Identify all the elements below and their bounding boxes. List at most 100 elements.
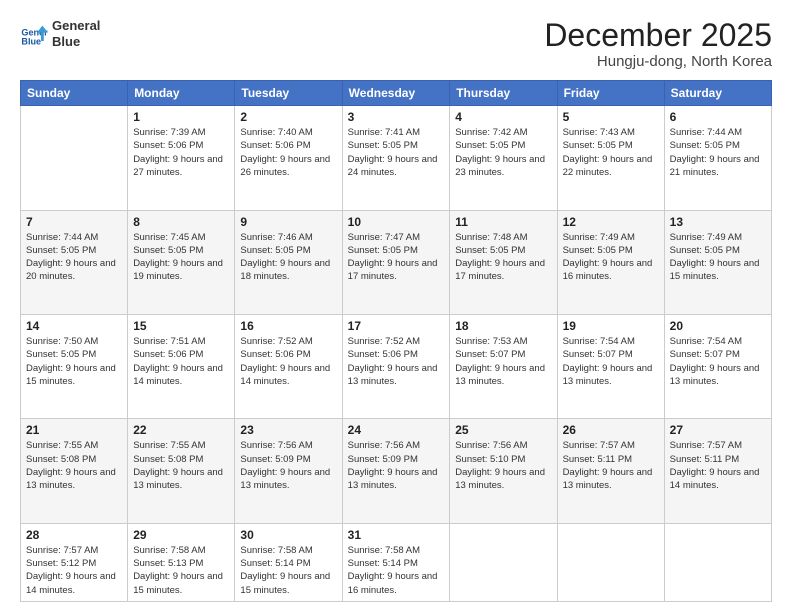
calendar-cell: 29 Sunrise: 7:58 AMSunset: 5:13 PMDayligh… — [128, 523, 235, 601]
calendar-cell — [664, 523, 771, 601]
calendar-body: 1 Sunrise: 7:39 AMSunset: 5:06 PMDaylight… — [21, 106, 772, 602]
calendar-week-row: 14 Sunrise: 7:50 AMSunset: 5:05 PMDayligh… — [21, 315, 772, 419]
calendar-week-row: 7Sunrise: 7:44 AMSunset: 5:05 PMDaylight… — [21, 210, 772, 314]
day-info: Sunrise: 7:57 AMSunset: 5:11 PMDaylight:… — [563, 439, 659, 492]
calendar-cell: 17 Sunrise: 7:52 AMSunset: 5:06 PMDayligh… — [342, 315, 450, 419]
day-number: 8 — [133, 215, 229, 229]
day-number: 23 — [240, 423, 336, 437]
calendar-cell: 14 Sunrise: 7:50 AMSunset: 5:05 PMDayligh… — [21, 315, 128, 419]
day-info: Sunrise: 7:56 AMSunset: 5:09 PMDaylight:… — [348, 439, 445, 492]
calendar-cell: 5Sunrise: 7:43 AMSunset: 5:05 PMDaylight… — [557, 106, 664, 210]
calendar-cell: 20Sunrise: 7:54 AMSunset: 5:07 PMDayligh… — [664, 315, 771, 419]
calendar-cell: 25 Sunrise: 7:56 AMSunset: 5:10 PMDayligh… — [450, 419, 557, 523]
calendar-cell: 27Sunrise: 7:57 AMSunset: 5:11 PMDayligh… — [664, 419, 771, 523]
calendar-cell: 4 Sunrise: 7:42 AMSunset: 5:05 PMDaylight… — [450, 106, 557, 210]
logo-text: General Blue — [52, 18, 100, 49]
day-info: Sunrise: 7:44 AMSunset: 5:05 PMDaylight:… — [670, 126, 766, 179]
day-info: Sunrise: 7:57 AMSunset: 5:11 PMDaylight:… — [670, 439, 766, 492]
title-block: December 2025 Hungju-dong, North Korea — [544, 18, 772, 70]
day-number: 10 — [348, 215, 445, 229]
calendar-cell: 3Sunrise: 7:41 AMSunset: 5:05 PMDaylight… — [342, 106, 450, 210]
day-number: 24 — [348, 423, 445, 437]
weekday-header-cell: Thursday — [450, 81, 557, 106]
day-info: Sunrise: 7:50 AMSunset: 5:05 PMDaylight:… — [26, 335, 122, 388]
calendar-table: SundayMondayTuesdayWednesdayThursdayFrid… — [20, 80, 772, 602]
calendar-cell: 13Sunrise: 7:49 AMSunset: 5:05 PMDayligh… — [664, 210, 771, 314]
day-number: 12 — [563, 215, 659, 229]
calendar-cell: 26Sunrise: 7:57 AMSunset: 5:11 PMDayligh… — [557, 419, 664, 523]
weekday-header-cell: Saturday — [664, 81, 771, 106]
day-number: 21 — [26, 423, 122, 437]
calendar-cell: 11 Sunrise: 7:48 AMSunset: 5:05 PMDayligh… — [450, 210, 557, 314]
day-number: 25 — [455, 423, 551, 437]
day-info: Sunrise: 7:48 AMSunset: 5:05 PMDaylight:… — [455, 231, 551, 284]
day-number: 29 — [133, 528, 229, 542]
day-info: Sunrise: 7:40 AMSunset: 5:06 PMDaylight:… — [240, 126, 336, 179]
calendar-cell: 16 Sunrise: 7:52 AMSunset: 5:06 PMDayligh… — [235, 315, 342, 419]
calendar-cell — [450, 523, 557, 601]
day-info: Sunrise: 7:54 AMSunset: 5:07 PMDaylight:… — [563, 335, 659, 388]
day-info: Sunrise: 7:46 AMSunset: 5:05 PMDaylight:… — [240, 231, 336, 284]
day-number: 13 — [670, 215, 766, 229]
day-number: 18 — [455, 319, 551, 333]
day-info: Sunrise: 7:52 AMSunset: 5:06 PMDaylight:… — [348, 335, 445, 388]
calendar-cell: 9 Sunrise: 7:46 AMSunset: 5:05 PMDaylight… — [235, 210, 342, 314]
calendar-week-row: 1 Sunrise: 7:39 AMSunset: 5:06 PMDaylight… — [21, 106, 772, 210]
day-number: 2 — [240, 110, 336, 124]
calendar-cell — [21, 106, 128, 210]
day-number: 6 — [670, 110, 766, 124]
day-info: Sunrise: 7:53 AMSunset: 5:07 PMDaylight:… — [455, 335, 551, 388]
day-number: 16 — [240, 319, 336, 333]
day-info: Sunrise: 7:44 AMSunset: 5:05 PMDaylight:… — [26, 231, 122, 284]
day-number: 15 — [133, 319, 229, 333]
day-number: 9 — [240, 215, 336, 229]
calendar-week-row: 21 Sunrise: 7:55 AMSunset: 5:08 PMDayligh… — [21, 419, 772, 523]
day-info: Sunrise: 7:42 AMSunset: 5:05 PMDaylight:… — [455, 126, 551, 179]
day-info: Sunrise: 7:52 AMSunset: 5:06 PMDaylight:… — [240, 335, 336, 388]
day-number: 22 — [133, 423, 229, 437]
weekday-header-row: SundayMondayTuesdayWednesdayThursdayFrid… — [21, 81, 772, 106]
day-number: 4 — [455, 110, 551, 124]
location-title: Hungju-dong, North Korea — [544, 53, 772, 70]
logo-line1: General — [52, 18, 100, 33]
weekday-header-cell: Wednesday — [342, 81, 450, 106]
calendar-cell: 31 Sunrise: 7:58 AMSunset: 5:14 PMDayligh… — [342, 523, 450, 601]
header: General Blue General Blue December 2025 … — [20, 18, 772, 70]
day-number: 14 — [26, 319, 122, 333]
day-info: Sunrise: 7:58 AMSunset: 5:13 PMDaylight:… — [133, 544, 229, 597]
day-info: Sunrise: 7:55 AMSunset: 5:08 PMDaylight:… — [26, 439, 122, 492]
day-info: Sunrise: 7:58 AMSunset: 5:14 PMDaylight:… — [240, 544, 336, 597]
calendar-cell: 23 Sunrise: 7:56 AMSunset: 5:09 PMDayligh… — [235, 419, 342, 523]
page: General Blue General Blue December 2025 … — [0, 0, 792, 612]
weekday-header-cell: Monday — [128, 81, 235, 106]
calendar-cell: 21 Sunrise: 7:55 AMSunset: 5:08 PMDayligh… — [21, 419, 128, 523]
calendar-cell: 24 Sunrise: 7:56 AMSunset: 5:09 PMDayligh… — [342, 419, 450, 523]
calendar-cell: 18 Sunrise: 7:53 AMSunset: 5:07 PMDayligh… — [450, 315, 557, 419]
day-info: Sunrise: 7:39 AMSunset: 5:06 PMDaylight:… — [133, 126, 229, 179]
logo-line2: Blue — [52, 34, 80, 49]
calendar-cell: 8 Sunrise: 7:45 AMSunset: 5:05 PMDaylight… — [128, 210, 235, 314]
day-info: Sunrise: 7:58 AMSunset: 5:14 PMDaylight:… — [348, 544, 445, 597]
month-title: December 2025 — [544, 18, 772, 53]
day-info: Sunrise: 7:54 AMSunset: 5:07 PMDaylight:… — [670, 335, 766, 388]
day-info: Sunrise: 7:56 AMSunset: 5:10 PMDaylight:… — [455, 439, 551, 492]
day-number: 28 — [26, 528, 122, 542]
day-number: 17 — [348, 319, 445, 333]
day-info: Sunrise: 7:45 AMSunset: 5:05 PMDaylight:… — [133, 231, 229, 284]
calendar-cell: 1 Sunrise: 7:39 AMSunset: 5:06 PMDaylight… — [128, 106, 235, 210]
day-info: Sunrise: 7:47 AMSunset: 5:05 PMDaylight:… — [348, 231, 445, 284]
day-info: Sunrise: 7:57 AMSunset: 5:12 PMDaylight:… — [26, 544, 122, 597]
day-info: Sunrise: 7:56 AMSunset: 5:09 PMDaylight:… — [240, 439, 336, 492]
day-number: 30 — [240, 528, 336, 542]
day-info: Sunrise: 7:49 AMSunset: 5:05 PMDaylight:… — [563, 231, 659, 284]
day-number: 1 — [133, 110, 229, 124]
logo-icon: General Blue — [20, 20, 48, 48]
weekday-header-cell: Sunday — [21, 81, 128, 106]
day-number: 31 — [348, 528, 445, 542]
day-number: 11 — [455, 215, 551, 229]
calendar-week-row: 28 Sunrise: 7:57 AMSunset: 5:12 PMDayligh… — [21, 523, 772, 601]
weekday-header-cell: Friday — [557, 81, 664, 106]
calendar-cell: 30 Sunrise: 7:58 AMSunset: 5:14 PMDayligh… — [235, 523, 342, 601]
calendar-cell: 2 Sunrise: 7:40 AMSunset: 5:06 PMDaylight… — [235, 106, 342, 210]
calendar-cell: 7Sunrise: 7:44 AMSunset: 5:05 PMDaylight… — [21, 210, 128, 314]
